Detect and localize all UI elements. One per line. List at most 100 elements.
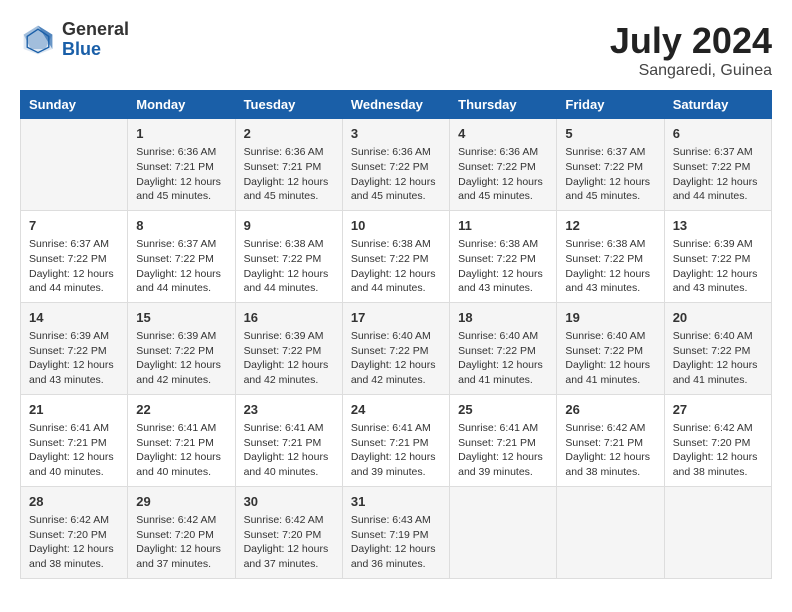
calendar-cell: 3 Sunrise: 6:36 AM Sunset: 7:22 PM Daylig… <box>342 119 449 211</box>
calendar-cell <box>664 486 771 578</box>
calendar-cell: 18 Sunrise: 6:40 AM Sunset: 7:22 PM Dayli… <box>450 302 557 394</box>
calendar-week-row: 28Sunrise: 6:42 AM Sunset: 7:20 PM Dayli… <box>21 486 772 578</box>
day-content: Sunrise: 6:36 AM Sunset: 7:22 PM Dayligh… <box>351 145 441 204</box>
logo-text: General Blue <box>62 20 129 60</box>
day-number: 31 <box>351 493 441 511</box>
calendar-week-row: 7 Sunrise: 6:37 AM Sunset: 7:22 PM Daylig… <box>21 210 772 302</box>
day-content: Sunrise: 6:37 AM Sunset: 7:22 PM Dayligh… <box>565 145 655 204</box>
calendar-cell: 27 Sunrise: 6:42 AM Sunset: 7:20 PM Dayli… <box>664 394 771 486</box>
calendar-cell: 26 Sunrise: 6:42 AM Sunset: 7:21 PM Dayli… <box>557 394 664 486</box>
day-number: 13 <box>673 217 763 235</box>
day-content: Sunrise: 6:42 AM Sunset: 7:21 PM Dayligh… <box>565 421 655 480</box>
logo: General Blue <box>20 20 129 60</box>
calendar-cell: 21 Sunrise: 6:41 AM Sunset: 7:21 PM Dayli… <box>21 394 128 486</box>
calendar-cell: 14Sunrise: 6:39 AM Sunset: 7:22 PM Dayli… <box>21 302 128 394</box>
day-number: 21 <box>29 401 119 419</box>
day-content: Sunrise: 6:41 AM Sunset: 7:21 PM Dayligh… <box>244 421 334 480</box>
title-block: July 2024 Sangaredi, Guinea <box>610 20 772 80</box>
day-number: 26 <box>565 401 655 419</box>
calendar-cell: 22 Sunrise: 6:41 AM Sunset: 7:21 PM Dayli… <box>128 394 235 486</box>
calendar-week-row: 21 Sunrise: 6:41 AM Sunset: 7:21 PM Dayli… <box>21 394 772 486</box>
day-content: Sunrise: 6:39 AM Sunset: 7:22 PM Dayligh… <box>136 329 226 388</box>
day-number: 18 <box>458 309 548 327</box>
calendar-cell: 31 Sunrise: 6:43 AM Sunset: 7:19 PM Dayli… <box>342 486 449 578</box>
column-header-monday: Monday <box>128 91 235 119</box>
calendar-cell: 6 Sunrise: 6:37 AM Sunset: 7:22 PM Daylig… <box>664 119 771 211</box>
column-header-tuesday: Tuesday <box>235 91 342 119</box>
day-number: 7 <box>29 217 119 235</box>
location-subtitle: Sangaredi, Guinea <box>610 62 772 80</box>
day-content: Sunrise: 6:36 AM Sunset: 7:21 PM Dayligh… <box>244 145 334 204</box>
day-number: 6 <box>673 125 763 143</box>
calendar-cell <box>21 119 128 211</box>
day-content: Sunrise: 6:41 AM Sunset: 7:21 PM Dayligh… <box>29 421 119 480</box>
day-number: 25 <box>458 401 548 419</box>
calendar-cell: 25Sunrise: 6:41 AM Sunset: 7:21 PM Dayli… <box>450 394 557 486</box>
month-year-title: July 2024 <box>610 20 772 62</box>
day-number: 10 <box>351 217 441 235</box>
calendar-cell: 9 Sunrise: 6:38 AM Sunset: 7:22 PM Daylig… <box>235 210 342 302</box>
day-number: 27 <box>673 401 763 419</box>
day-content: Sunrise: 6:40 AM Sunset: 7:22 PM Dayligh… <box>458 329 548 388</box>
day-number: 22 <box>136 401 226 419</box>
calendar-header-row: SundayMondayTuesdayWednesdayThursdayFrid… <box>21 91 772 119</box>
calendar-cell: 30Sunrise: 6:42 AM Sunset: 7:20 PM Dayli… <box>235 486 342 578</box>
calendar-cell: 11Sunrise: 6:38 AM Sunset: 7:22 PM Dayli… <box>450 210 557 302</box>
day-content: Sunrise: 6:40 AM Sunset: 7:22 PM Dayligh… <box>565 329 655 388</box>
calendar-week-row: 1 Sunrise: 6:36 AM Sunset: 7:21 PM Daylig… <box>21 119 772 211</box>
calendar-cell: 15 Sunrise: 6:39 AM Sunset: 7:22 PM Dayli… <box>128 302 235 394</box>
day-content: Sunrise: 6:41 AM Sunset: 7:21 PM Dayligh… <box>136 421 226 480</box>
calendar-cell: 8 Sunrise: 6:37 AM Sunset: 7:22 PM Daylig… <box>128 210 235 302</box>
day-content: Sunrise: 6:37 AM Sunset: 7:22 PM Dayligh… <box>136 237 226 296</box>
day-number: 20 <box>673 309 763 327</box>
calendar-cell: 24Sunrise: 6:41 AM Sunset: 7:21 PM Dayli… <box>342 394 449 486</box>
day-number: 17 <box>351 309 441 327</box>
day-number: 1 <box>136 125 226 143</box>
calendar-week-row: 14 Sunrise: 6:39 AM Sunset: 7:22 PM Dayli… <box>21 302 772 394</box>
day-content: Sunrise: 6:38 AM Sunset: 7:22 PM Dayligh… <box>565 237 655 296</box>
calendar-cell: 28Sunrise: 6:42 AM Sunset: 7:20 PM Dayli… <box>21 486 128 578</box>
calendar-cell: 17 Sunrise: 6:40 AM Sunset: 7:22 PM Dayli… <box>342 302 449 394</box>
day-content: Sunrise: 6:36 AM Sunset: 7:22 PM Dayligh… <box>458 145 548 204</box>
day-number: 3 <box>351 125 441 143</box>
day-content: Sunrise: 6:39 AM Sunset: 7:22 PM Dayligh… <box>244 329 334 388</box>
day-number: 23 <box>244 401 334 419</box>
calendar-cell: 10Sunrise: 6:38 AM Sunset: 7:22 PM Dayli… <box>342 210 449 302</box>
day-number: 4 <box>458 125 548 143</box>
calendar-cell: 12 Sunrise: 6:38 AM Sunset: 7:22 PM Dayli… <box>557 210 664 302</box>
calendar-cell: 19 Sunrise: 6:40 AM Sunset: 7:22 PM Dayli… <box>557 302 664 394</box>
day-content: Sunrise: 6:36 AM Sunset: 7:21 PM Dayligh… <box>136 145 226 204</box>
column-header-thursday: Thursday <box>450 91 557 119</box>
day-number: 8 <box>136 217 226 235</box>
day-content: Sunrise: 6:38 AM Sunset: 7:22 PM Dayligh… <box>458 237 548 296</box>
day-content: Sunrise: 6:37 AM Sunset: 7:22 PM Dayligh… <box>29 237 119 296</box>
day-content: Sunrise: 6:42 AM Sunset: 7:20 PM Dayligh… <box>673 421 763 480</box>
day-content: Sunrise: 6:37 AM Sunset: 7:22 PM Dayligh… <box>673 145 763 204</box>
day-content: Sunrise: 6:43 AM Sunset: 7:19 PM Dayligh… <box>351 513 441 572</box>
day-content: Sunrise: 6:38 AM Sunset: 7:22 PM Dayligh… <box>244 237 334 296</box>
day-number: 9 <box>244 217 334 235</box>
logo-icon <box>20 22 56 58</box>
column-header-sunday: Sunday <box>21 91 128 119</box>
page-header: General Blue July 2024 Sangaredi, Guinea <box>20 20 772 80</box>
calendar-cell: 4 Sunrise: 6:36 AM Sunset: 7:22 PM Daylig… <box>450 119 557 211</box>
calendar-table: SundayMondayTuesdayWednesdayThursdayFrid… <box>20 90 772 579</box>
calendar-cell: 13 Sunrise: 6:39 AM Sunset: 7:22 PM Dayli… <box>664 210 771 302</box>
day-number: 12 <box>565 217 655 235</box>
calendar-cell <box>450 486 557 578</box>
day-number: 14 <box>29 309 119 327</box>
day-content: Sunrise: 6:42 AM Sunset: 7:20 PM Dayligh… <box>136 513 226 572</box>
day-number: 19 <box>565 309 655 327</box>
calendar-cell: 1 Sunrise: 6:36 AM Sunset: 7:21 PM Daylig… <box>128 119 235 211</box>
day-number: 5 <box>565 125 655 143</box>
day-content: Sunrise: 6:40 AM Sunset: 7:22 PM Dayligh… <box>351 329 441 388</box>
column-header-friday: Friday <box>557 91 664 119</box>
column-header-wednesday: Wednesday <box>342 91 449 119</box>
day-content: Sunrise: 6:39 AM Sunset: 7:22 PM Dayligh… <box>673 237 763 296</box>
day-number: 29 <box>136 493 226 511</box>
calendar-cell: 29 Sunrise: 6:42 AM Sunset: 7:20 PM Dayli… <box>128 486 235 578</box>
calendar-cell: 7 Sunrise: 6:37 AM Sunset: 7:22 PM Daylig… <box>21 210 128 302</box>
calendar-cell: 23 Sunrise: 6:41 AM Sunset: 7:21 PM Dayli… <box>235 394 342 486</box>
day-content: Sunrise: 6:41 AM Sunset: 7:21 PM Dayligh… <box>351 421 441 480</box>
day-number: 15 <box>136 309 226 327</box>
